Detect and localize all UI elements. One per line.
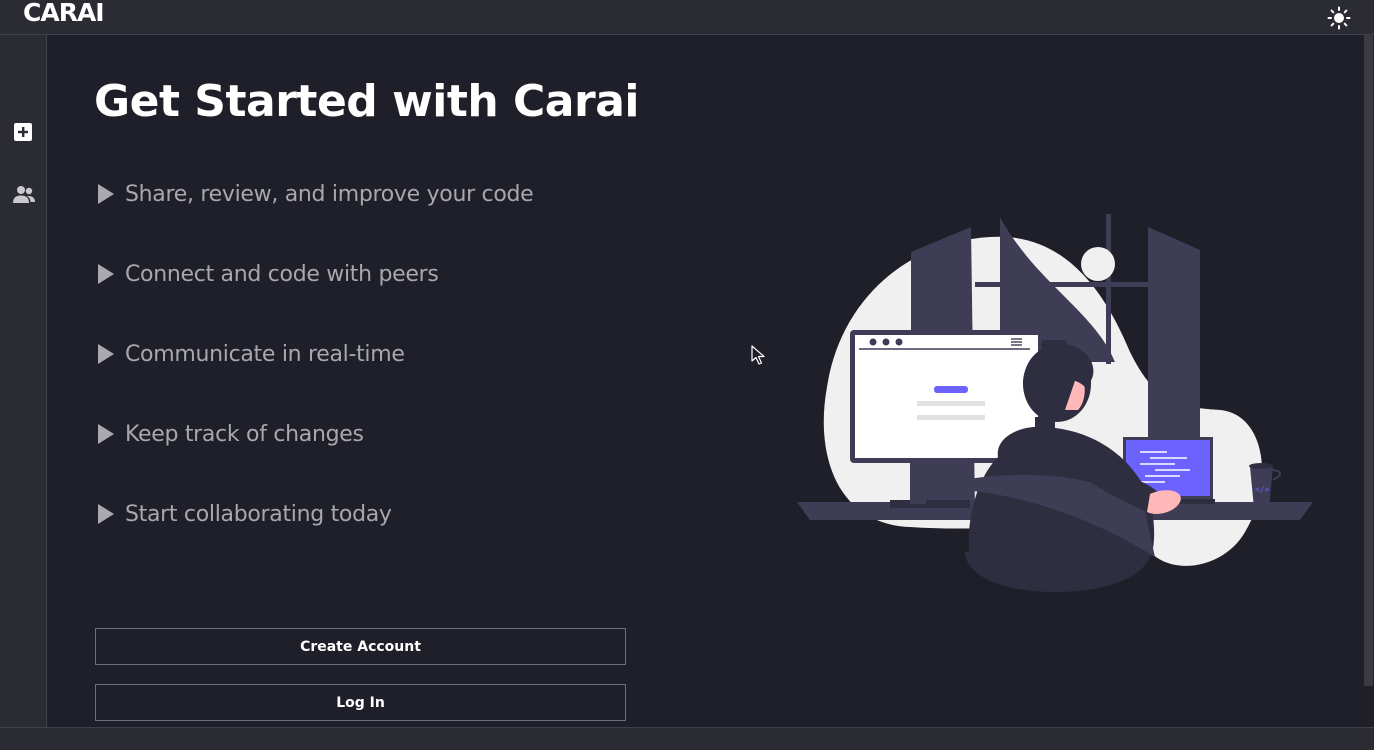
play-triangle-icon xyxy=(98,504,114,524)
feature-text: Communicate in real-time xyxy=(125,341,405,367)
feature-item: Keep track of changes xyxy=(98,419,364,449)
bottom-bar xyxy=(0,727,1374,750)
page-title: Get Started with Carai xyxy=(94,76,639,127)
app-logo[interactable]: CARAI xyxy=(23,0,105,26)
sun-icon xyxy=(1327,6,1351,30)
top-bar: CARAI xyxy=(0,0,1374,35)
sidebar-new-button[interactable] xyxy=(12,121,34,143)
feature-item: Connect and code with peers xyxy=(98,259,439,289)
sidebar-users-button[interactable] xyxy=(12,184,35,206)
feature-item: Start collaborating today xyxy=(98,499,392,529)
developer-at-desk-illustration: </> xyxy=(797,214,1313,592)
theme-toggle-button[interactable] xyxy=(1327,6,1351,30)
mouse-cursor-icon xyxy=(751,345,765,365)
login-button[interactable]: Log In xyxy=(95,684,626,721)
plus-square-icon xyxy=(14,123,32,141)
create-account-button[interactable]: Create Account xyxy=(95,628,626,665)
feature-text: Share, review, and improve your code xyxy=(125,181,534,207)
feature-item: Communicate in real-time xyxy=(98,339,405,369)
play-triangle-icon xyxy=(98,424,114,444)
users-icon xyxy=(13,186,35,203)
scrollbar-thumb[interactable] xyxy=(1364,35,1373,686)
play-triangle-icon xyxy=(98,184,114,204)
feature-text: Start collaborating today xyxy=(125,501,392,527)
svg-text:</>: </> xyxy=(1255,485,1270,494)
play-triangle-icon xyxy=(98,264,114,284)
feature-item: Share, review, and improve your code xyxy=(98,179,534,209)
play-triangle-icon xyxy=(98,344,114,364)
feature-text: Connect and code with peers xyxy=(125,261,439,287)
feature-text: Keep track of changes xyxy=(125,421,364,447)
sidebar xyxy=(0,35,47,727)
